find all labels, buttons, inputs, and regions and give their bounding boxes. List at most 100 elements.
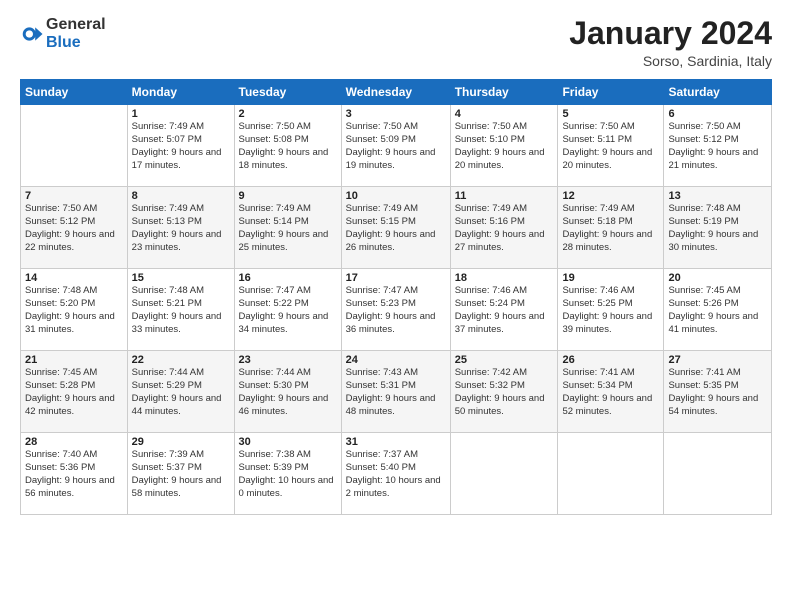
day-number: 7 bbox=[25, 190, 123, 202]
day-info: Sunrise: 7:45 AMSunset: 5:28 PMDaylight:… bbox=[25, 367, 123, 418]
calendar-table: SundayMondayTuesdayWednesdayThursdayFrid… bbox=[20, 79, 772, 515]
day-number: 15 bbox=[132, 272, 230, 284]
day-info: Sunrise: 7:48 AMSunset: 5:20 PMDaylight:… bbox=[25, 285, 123, 336]
calendar-cell: 18Sunrise: 7:46 AMSunset: 5:24 PMDayligh… bbox=[450, 269, 558, 351]
calendar-cell: 19Sunrise: 7:46 AMSunset: 5:25 PMDayligh… bbox=[558, 269, 664, 351]
calendar-cell: 3Sunrise: 7:50 AMSunset: 5:09 PMDaylight… bbox=[341, 105, 450, 187]
day-info: Sunrise: 7:49 AMSunset: 5:07 PMDaylight:… bbox=[132, 121, 230, 172]
location: Sorso, Sardinia, Italy bbox=[569, 53, 772, 69]
day-info: Sunrise: 7:50 AMSunset: 5:10 PMDaylight:… bbox=[455, 121, 554, 172]
title-block: January 2024 Sorso, Sardinia, Italy bbox=[569, 16, 772, 69]
day-number: 11 bbox=[455, 190, 554, 202]
calendar-cell: 4Sunrise: 7:50 AMSunset: 5:10 PMDaylight… bbox=[450, 105, 558, 187]
day-info: Sunrise: 7:39 AMSunset: 5:37 PMDaylight:… bbox=[132, 449, 230, 500]
day-number: 14 bbox=[25, 272, 123, 284]
weekday-header-friday: Friday bbox=[558, 80, 664, 105]
calendar-cell: 10Sunrise: 7:49 AMSunset: 5:15 PMDayligh… bbox=[341, 187, 450, 269]
day-number: 13 bbox=[668, 190, 767, 202]
day-number: 23 bbox=[239, 354, 337, 366]
calendar-cell bbox=[450, 433, 558, 515]
calendar-cell: 14Sunrise: 7:48 AMSunset: 5:20 PMDayligh… bbox=[21, 269, 128, 351]
day-info: Sunrise: 7:45 AMSunset: 5:26 PMDaylight:… bbox=[668, 285, 767, 336]
day-number: 1 bbox=[132, 108, 230, 120]
day-info: Sunrise: 7:46 AMSunset: 5:25 PMDaylight:… bbox=[562, 285, 659, 336]
day-info: Sunrise: 7:48 AMSunset: 5:21 PMDaylight:… bbox=[132, 285, 230, 336]
calendar-cell: 1Sunrise: 7:49 AMSunset: 5:07 PMDaylight… bbox=[127, 105, 234, 187]
calendar-cell bbox=[558, 433, 664, 515]
weekday-header-row: SundayMondayTuesdayWednesdayThursdayFrid… bbox=[21, 80, 772, 105]
day-info: Sunrise: 7:43 AMSunset: 5:31 PMDaylight:… bbox=[346, 367, 446, 418]
calendar-cell: 15Sunrise: 7:48 AMSunset: 5:21 PMDayligh… bbox=[127, 269, 234, 351]
day-info: Sunrise: 7:47 AMSunset: 5:22 PMDaylight:… bbox=[239, 285, 337, 336]
calendar-cell: 12Sunrise: 7:49 AMSunset: 5:18 PMDayligh… bbox=[558, 187, 664, 269]
calendar-cell: 17Sunrise: 7:47 AMSunset: 5:23 PMDayligh… bbox=[341, 269, 450, 351]
calendar-cell: 23Sunrise: 7:44 AMSunset: 5:30 PMDayligh… bbox=[234, 351, 341, 433]
weekday-header-saturday: Saturday bbox=[664, 80, 772, 105]
day-number: 3 bbox=[346, 108, 446, 120]
day-number: 19 bbox=[562, 272, 659, 284]
calendar-cell: 26Sunrise: 7:41 AMSunset: 5:34 PMDayligh… bbox=[558, 351, 664, 433]
day-number: 28 bbox=[25, 436, 123, 448]
day-info: Sunrise: 7:50 AMSunset: 5:11 PMDaylight:… bbox=[562, 121, 659, 172]
day-number: 6 bbox=[668, 108, 767, 120]
day-info: Sunrise: 7:49 AMSunset: 5:14 PMDaylight:… bbox=[239, 203, 337, 254]
day-info: Sunrise: 7:50 AMSunset: 5:09 PMDaylight:… bbox=[346, 121, 446, 172]
day-info: Sunrise: 7:50 AMSunset: 5:12 PMDaylight:… bbox=[25, 203, 123, 254]
day-number: 16 bbox=[239, 272, 337, 284]
calendar-cell: 27Sunrise: 7:41 AMSunset: 5:35 PMDayligh… bbox=[664, 351, 772, 433]
day-info: Sunrise: 7:49 AMSunset: 5:13 PMDaylight:… bbox=[132, 203, 230, 254]
logo: General Blue bbox=[20, 16, 106, 51]
day-number: 2 bbox=[239, 108, 337, 120]
calendar-cell: 22Sunrise: 7:44 AMSunset: 5:29 PMDayligh… bbox=[127, 351, 234, 433]
day-info: Sunrise: 7:42 AMSunset: 5:32 PMDaylight:… bbox=[455, 367, 554, 418]
calendar-cell: 16Sunrise: 7:47 AMSunset: 5:22 PMDayligh… bbox=[234, 269, 341, 351]
day-info: Sunrise: 7:41 AMSunset: 5:34 PMDaylight:… bbox=[562, 367, 659, 418]
logo-general: General bbox=[46, 16, 106, 33]
day-number: 27 bbox=[668, 354, 767, 366]
day-number: 26 bbox=[562, 354, 659, 366]
logo-blue: Blue bbox=[46, 34, 81, 51]
day-number: 10 bbox=[346, 190, 446, 202]
day-info: Sunrise: 7:46 AMSunset: 5:24 PMDaylight:… bbox=[455, 285, 554, 336]
calendar-cell: 2Sunrise: 7:50 AMSunset: 5:08 PMDaylight… bbox=[234, 105, 341, 187]
calendar-cell: 28Sunrise: 7:40 AMSunset: 5:36 PMDayligh… bbox=[21, 433, 128, 515]
day-number: 17 bbox=[346, 272, 446, 284]
calendar-cell: 24Sunrise: 7:43 AMSunset: 5:31 PMDayligh… bbox=[341, 351, 450, 433]
day-number: 12 bbox=[562, 190, 659, 202]
day-number: 25 bbox=[455, 354, 554, 366]
calendar-cell: 29Sunrise: 7:39 AMSunset: 5:37 PMDayligh… bbox=[127, 433, 234, 515]
day-number: 29 bbox=[132, 436, 230, 448]
calendar-cell: 20Sunrise: 7:45 AMSunset: 5:26 PMDayligh… bbox=[664, 269, 772, 351]
day-number: 4 bbox=[455, 108, 554, 120]
day-number: 31 bbox=[346, 436, 446, 448]
calendar-cell: 31Sunrise: 7:37 AMSunset: 5:40 PMDayligh… bbox=[341, 433, 450, 515]
weekday-header-monday: Monday bbox=[127, 80, 234, 105]
day-info: Sunrise: 7:50 AMSunset: 5:08 PMDaylight:… bbox=[239, 121, 337, 172]
day-info: Sunrise: 7:49 AMSunset: 5:18 PMDaylight:… bbox=[562, 203, 659, 254]
day-info: Sunrise: 7:49 AMSunset: 5:15 PMDaylight:… bbox=[346, 203, 446, 254]
weekday-header-tuesday: Tuesday bbox=[234, 80, 341, 105]
day-number: 8 bbox=[132, 190, 230, 202]
day-info: Sunrise: 7:49 AMSunset: 5:16 PMDaylight:… bbox=[455, 203, 554, 254]
calendar-week-3: 14Sunrise: 7:48 AMSunset: 5:20 PMDayligh… bbox=[21, 269, 772, 351]
calendar-cell: 6Sunrise: 7:50 AMSunset: 5:12 PMDaylight… bbox=[664, 105, 772, 187]
calendar-week-1: 1Sunrise: 7:49 AMSunset: 5:07 PMDaylight… bbox=[21, 105, 772, 187]
day-number: 22 bbox=[132, 354, 230, 366]
day-number: 21 bbox=[25, 354, 123, 366]
calendar-cell bbox=[21, 105, 128, 187]
day-number: 5 bbox=[562, 108, 659, 120]
logo-text: General Blue bbox=[46, 16, 106, 51]
day-info: Sunrise: 7:41 AMSunset: 5:35 PMDaylight:… bbox=[668, 367, 767, 418]
calendar-cell: 8Sunrise: 7:49 AMSunset: 5:13 PMDaylight… bbox=[127, 187, 234, 269]
calendar-cell: 9Sunrise: 7:49 AMSunset: 5:14 PMDaylight… bbox=[234, 187, 341, 269]
calendar-cell: 11Sunrise: 7:49 AMSunset: 5:16 PMDayligh… bbox=[450, 187, 558, 269]
calendar-week-4: 21Sunrise: 7:45 AMSunset: 5:28 PMDayligh… bbox=[21, 351, 772, 433]
day-info: Sunrise: 7:44 AMSunset: 5:30 PMDaylight:… bbox=[239, 367, 337, 418]
day-number: 9 bbox=[239, 190, 337, 202]
day-info: Sunrise: 7:38 AMSunset: 5:39 PMDaylight:… bbox=[239, 449, 337, 500]
weekday-header-sunday: Sunday bbox=[21, 80, 128, 105]
header: General Blue January 2024 Sorso, Sardini… bbox=[20, 16, 772, 69]
weekday-header-thursday: Thursday bbox=[450, 80, 558, 105]
calendar-week-5: 28Sunrise: 7:40 AMSunset: 5:36 PMDayligh… bbox=[21, 433, 772, 515]
day-info: Sunrise: 7:47 AMSunset: 5:23 PMDaylight:… bbox=[346, 285, 446, 336]
